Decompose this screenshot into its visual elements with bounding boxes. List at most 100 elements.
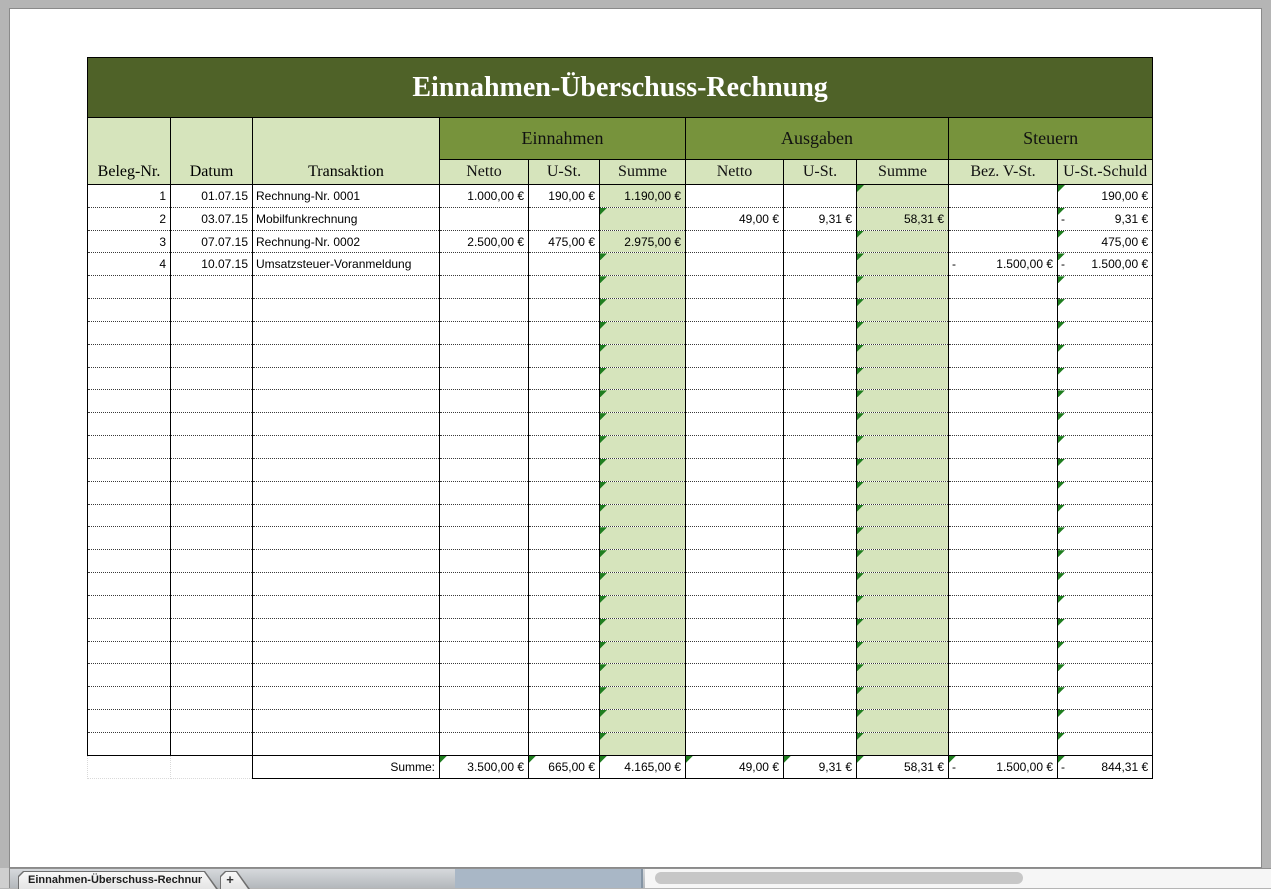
cell-r23-bez_vst[interactable] (949, 687, 1058, 710)
cell-r24-e_ust[interactable] (529, 710, 600, 733)
cell-r5-e_summe[interactable] (600, 276, 686, 299)
cell-r19-datum[interactable] (171, 595, 253, 618)
cell-r8-nr[interactable] (88, 344, 171, 367)
cell-r10-a_ust[interactable] (784, 390, 857, 413)
cell-r7-e_summe[interactable] (600, 321, 686, 344)
cell-r9-nr[interactable] (88, 367, 171, 390)
cell-r21-transaktion[interactable] (253, 641, 440, 664)
cell-r4-e_ust[interactable] (529, 253, 600, 276)
cell-r4-bez_vst[interactable]: -1.500,00 € (949, 253, 1058, 276)
cell-r22-a_netto[interactable] (686, 664, 784, 687)
cell-r22-a_summe[interactable] (857, 664, 949, 687)
cell-r24-a_ust[interactable] (784, 710, 857, 733)
cell-r6-a_summe[interactable] (857, 299, 949, 322)
sub-header-2-0[interactable]: Bez. V-St. (949, 160, 1058, 185)
cell-r18-ust_schuld[interactable] (1058, 573, 1153, 596)
cell-r9-e_netto[interactable] (440, 367, 529, 390)
total-e_netto[interactable]: 3.500,00 € (440, 755, 529, 778)
cell-r10-nr[interactable] (88, 390, 171, 413)
cell-r25-e_summe[interactable] (600, 732, 686, 755)
cell-r16-transaktion[interactable] (253, 527, 440, 550)
cell-r20-a_netto[interactable] (686, 618, 784, 641)
cell-r9-datum[interactable] (171, 367, 253, 390)
cell-r1-nr[interactable]: 1 (88, 185, 171, 208)
cell-r15-a_summe[interactable] (857, 504, 949, 527)
cell-r23-a_ust[interactable] (784, 687, 857, 710)
cell-r5-a_summe[interactable] (857, 276, 949, 299)
add-sheet-tab[interactable]: + (220, 871, 250, 889)
cell-r14-datum[interactable] (171, 481, 253, 504)
cell-r3-e_ust[interactable]: 475,00 € (529, 230, 600, 253)
cell-r6-bez_vst[interactable] (949, 299, 1058, 322)
cell-r5-nr[interactable] (88, 276, 171, 299)
cell-r9-a_summe[interactable] (857, 367, 949, 390)
cell-r25-a_ust[interactable] (784, 732, 857, 755)
cell-r22-ust_schuld[interactable] (1058, 664, 1153, 687)
cell-r10-bez_vst[interactable] (949, 390, 1058, 413)
cell-r3-datum[interactable]: 07.07.15 (171, 230, 253, 253)
total-e_summe[interactable]: 4.165,00 € (600, 755, 686, 778)
cell-r15-e_netto[interactable] (440, 504, 529, 527)
cell-r3-ust_schuld[interactable]: 475,00 € (1058, 230, 1153, 253)
cell-r11-a_summe[interactable] (857, 413, 949, 436)
cell-r6-a_netto[interactable] (686, 299, 784, 322)
cell-r11-e_summe[interactable] (600, 413, 686, 436)
cell-r21-datum[interactable] (171, 641, 253, 664)
cell-r19-a_summe[interactable] (857, 595, 949, 618)
cell-r14-e_netto[interactable] (440, 481, 529, 504)
cell-r4-e_netto[interactable] (440, 253, 529, 276)
cell-r18-a_netto[interactable] (686, 573, 784, 596)
cell-r18-e_summe[interactable] (600, 573, 686, 596)
cell-r17-bez_vst[interactable] (949, 550, 1058, 573)
horizontal-scrollbar[interactable] (645, 869, 1271, 888)
cell-r3-e_netto[interactable]: 2.500,00 € (440, 230, 529, 253)
cell-r24-nr[interactable] (88, 710, 171, 733)
cell-r18-transaktion[interactable] (253, 573, 440, 596)
cell-r2-nr[interactable]: 2 (88, 207, 171, 230)
cell-r18-bez_vst[interactable] (949, 573, 1058, 596)
cell-r21-a_summe[interactable] (857, 641, 949, 664)
cell-r6-datum[interactable] (171, 299, 253, 322)
cell-r18-nr[interactable] (88, 573, 171, 596)
cell-r4-e_summe[interactable] (600, 253, 686, 276)
cell-r7-datum[interactable] (171, 321, 253, 344)
cell-r15-e_summe[interactable] (600, 504, 686, 527)
col-header-1[interactable]: Datum (171, 118, 253, 185)
cell-r14-ust_schuld[interactable] (1058, 481, 1153, 504)
cell-r10-a_netto[interactable] (686, 390, 784, 413)
cell-r11-transaktion[interactable] (253, 413, 440, 436)
cell-r4-datum[interactable]: 10.07.15 (171, 253, 253, 276)
cell-r6-nr[interactable] (88, 299, 171, 322)
group-header-2[interactable]: Steuern (949, 118, 1153, 160)
cell-r20-a_ust[interactable] (784, 618, 857, 641)
cell-r2-e_ust[interactable] (529, 207, 600, 230)
cell-r15-datum[interactable] (171, 504, 253, 527)
cell-r22-e_summe[interactable] (600, 664, 686, 687)
cell-r11-e_ust[interactable] (529, 413, 600, 436)
cell-r14-nr[interactable] (88, 481, 171, 504)
cell-r25-e_ust[interactable] (529, 732, 600, 755)
cell-r14-e_summe[interactable] (600, 481, 686, 504)
cell-r2-a_netto[interactable]: 49,00 € (686, 207, 784, 230)
cell-r14-a_netto[interactable] (686, 481, 784, 504)
cell-r13-e_netto[interactable] (440, 458, 529, 481)
cell-r8-ust_schuld[interactable] (1058, 344, 1153, 367)
cell-r15-bez_vst[interactable] (949, 504, 1058, 527)
cell-r23-a_netto[interactable] (686, 687, 784, 710)
sub-header-2-1[interactable]: U-St.-Schuld (1058, 160, 1153, 185)
cell-r19-nr[interactable] (88, 595, 171, 618)
cell-r1-a_netto[interactable] (686, 185, 784, 208)
cell-r6-e_summe[interactable] (600, 299, 686, 322)
cell-r9-transaktion[interactable] (253, 367, 440, 390)
cell-r17-nr[interactable] (88, 550, 171, 573)
cell-r2-e_summe[interactable] (600, 207, 686, 230)
cell-r8-datum[interactable] (171, 344, 253, 367)
cell-r1-transaktion[interactable]: Rechnung-Nr. 0001 (253, 185, 440, 208)
cell-r10-e_netto[interactable] (440, 390, 529, 413)
cell-r17-e_ust[interactable] (529, 550, 600, 573)
cell-r25-bez_vst[interactable] (949, 732, 1058, 755)
cell-r8-a_ust[interactable] (784, 344, 857, 367)
cell-r5-datum[interactable] (171, 276, 253, 299)
cell-r16-a_summe[interactable] (857, 527, 949, 550)
cell-r16-e_summe[interactable] (600, 527, 686, 550)
